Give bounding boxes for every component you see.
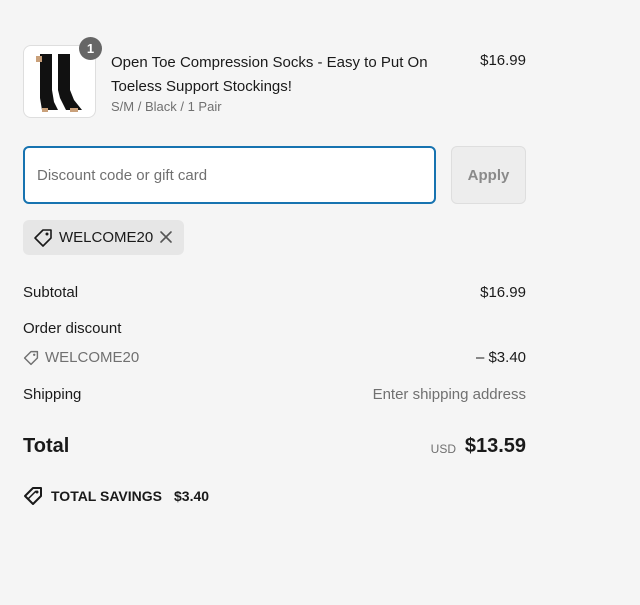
apply-button[interactable]: Apply <box>451 146 526 204</box>
product-title: Open Toe Compression Socks - Easy to Put… <box>111 54 428 95</box>
quantity-badge: 1 <box>79 37 102 60</box>
subtotal-label: Subtotal <box>23 284 79 301</box>
line-item: 1 Open Toe Compression Socks - Easy to P… <box>23 37 526 120</box>
subtotal-value: $16.99 <box>480 284 526 301</box>
shipping-label: Shipping <box>23 386 82 403</box>
tag-icon <box>23 350 39 366</box>
product-price: $16.99 <box>480 52 526 69</box>
discount-code-label: WELCOME20 <box>45 349 140 366</box>
total-savings-label: TOTAL SAVINGS <box>51 488 162 504</box>
total-label: Total <box>23 435 70 457</box>
order-discount-label: Order discount <box>23 320 122 337</box>
applied-discount-code: WELCOME20 <box>59 229 154 246</box>
discount-value: – $3.40 <box>475 349 526 366</box>
applied-discount-chip: WELCOME20 <box>23 220 184 255</box>
tag-icon <box>24 487 42 505</box>
tag-icon <box>34 229 52 247</box>
product-variant: S/M / Black / 1 Pair <box>111 99 222 114</box>
discount-code-input[interactable] <box>23 146 436 204</box>
currency-code: USD <box>430 442 456 456</box>
total-value: $13.59 <box>464 435 526 457</box>
close-icon[interactable] <box>158 229 174 245</box>
socks-image <box>36 54 82 112</box>
total-savings-value: $3.40 <box>174 488 210 504</box>
shipping-value: Enter shipping address <box>372 386 526 403</box>
